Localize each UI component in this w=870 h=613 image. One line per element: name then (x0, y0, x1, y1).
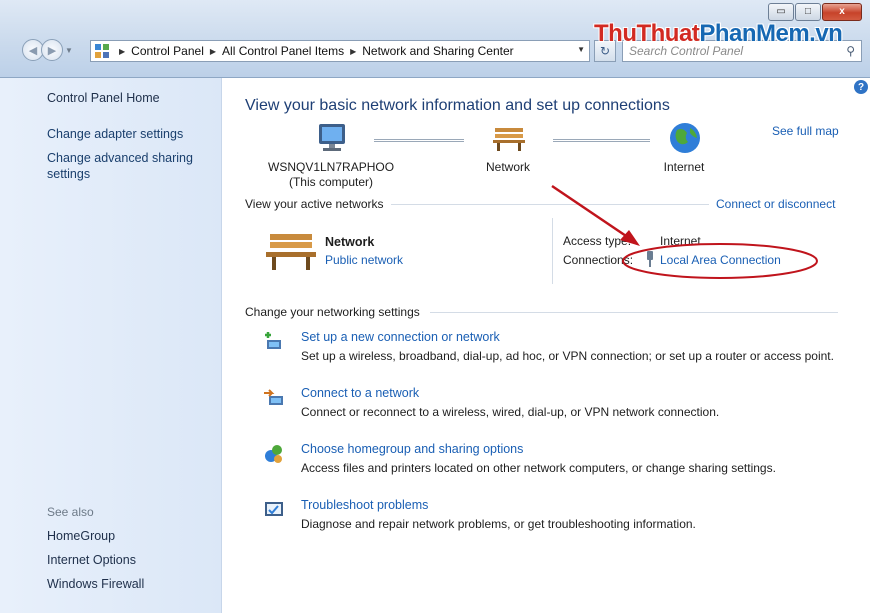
map-link-line (374, 139, 464, 142)
breadcrumb-all-items[interactable]: All Control Panel Items (222, 44, 344, 58)
annotation-arrowhead (620, 230, 640, 246)
new-connection-icon (265, 332, 281, 349)
see-full-map-link[interactable]: See full map (772, 124, 839, 138)
search-icon[interactable]: ⚲ (846, 44, 855, 58)
task-description: Connect or reconnect to a wireless, wire… (301, 405, 720, 419)
divider (430, 312, 838, 313)
sidebar-item-homegroup[interactable]: HomeGroup (47, 528, 115, 544)
annotation-arrow (551, 184, 633, 242)
computer-name: WSNQV1LN7RAPHOO (268, 160, 395, 174)
sidebar-item-windows-firewall[interactable]: Windows Firewall (47, 576, 144, 592)
breadcrumb-network-center[interactable]: Network and Sharing Center (362, 44, 513, 58)
recent-pages-dropdown[interactable]: ▼ (65, 46, 73, 55)
computer-icon (319, 124, 345, 151)
breadcrumb-separator-icon: ▶ (350, 46, 357, 56)
breadcrumb-control-panel[interactable]: Control Panel (131, 44, 204, 58)
watermark-part2: PhanMem.vn (699, 20, 843, 47)
address-bar[interactable]: ▶ Control Panel ▶ All Control Panel Item… (90, 40, 590, 62)
nav-buttons: ◀ ▶ ▼ (22, 39, 73, 61)
map-computer: WSNQV1LN7RAPHOO (This computer) (268, 160, 394, 190)
troubleshoot-icon (265, 502, 283, 516)
help-icon[interactable]: ? (854, 80, 868, 94)
connect-network-link[interactable]: Connect to a network (301, 386, 419, 400)
map-network: Network (485, 160, 530, 174)
maximize-button[interactable]: □ (795, 3, 821, 21)
close-button[interactable]: x (822, 3, 862, 21)
active-network-name: Network (325, 235, 375, 249)
map-internet: Internet (663, 160, 705, 174)
minimize-button[interactable]: ▭ (768, 3, 794, 21)
task-description: Diagnose and repair network problems, or… (301, 517, 696, 531)
address-dropdown-icon[interactable]: ▼ (577, 45, 585, 54)
sidebar-item-advanced-sharing[interactable]: Change advanced sharing settings (47, 150, 212, 182)
troubleshoot-link[interactable]: Troubleshoot problems (301, 498, 428, 512)
control-panel-icon (95, 44, 109, 58)
breadcrumb-separator-icon: ▶ (209, 46, 217, 56)
setup-connection-link[interactable]: Set up a new connection or network (301, 330, 500, 344)
homegroup-icon (265, 445, 282, 463)
bench-network-icon (266, 234, 316, 270)
globe-icon (670, 123, 700, 153)
watermark-logo: ThuThuatPhanMem.vn (594, 20, 843, 48)
annotation-ellipse (622, 243, 818, 279)
sidebar-item-adapter[interactable]: Change adapter settings (47, 126, 183, 142)
active-networks-header: View your active networks (245, 197, 384, 211)
connect-network-icon (264, 389, 283, 405)
back-arrow-icon: ◀ (28, 44, 38, 57)
map-link-line (553, 139, 650, 142)
page-title: View your basic network information and … (245, 97, 670, 114)
sidebar-item-home[interactable]: Control Panel Home (47, 90, 160, 106)
change-settings-header: Change your networking settings (245, 305, 420, 319)
watermark-part1: ThuThuat (594, 20, 700, 47)
forward-arrow-icon: ▶ (47, 44, 57, 57)
title-bar: ▭ □ x ◀ ▶ ▼ ▶ Control Panel ▶ All Contro… (0, 0, 870, 78)
sidebar-item-internet-options[interactable]: Internet Options (47, 552, 136, 568)
bench-network-icon (493, 128, 525, 151)
breadcrumb-separator-icon: ▶ (119, 46, 126, 56)
see-also-label: See also (47, 505, 94, 519)
task-description: Set up a wireless, broadband, dial-up, a… (301, 349, 834, 363)
computer-sub: (This computer) (288, 175, 374, 189)
public-network-link[interactable]: Public network (325, 253, 403, 267)
forward-button[interactable]: ▶ (41, 39, 63, 61)
annotation-overlay (551, 184, 818, 279)
homegroup-link[interactable]: Choose homegroup and sharing options (301, 442, 523, 456)
sidebar: Control Panel Home Change adapter settin… (0, 78, 222, 613)
window-controls: ▭ □ x (767, 3, 862, 21)
task-description: Access files and printers located on oth… (301, 461, 776, 475)
